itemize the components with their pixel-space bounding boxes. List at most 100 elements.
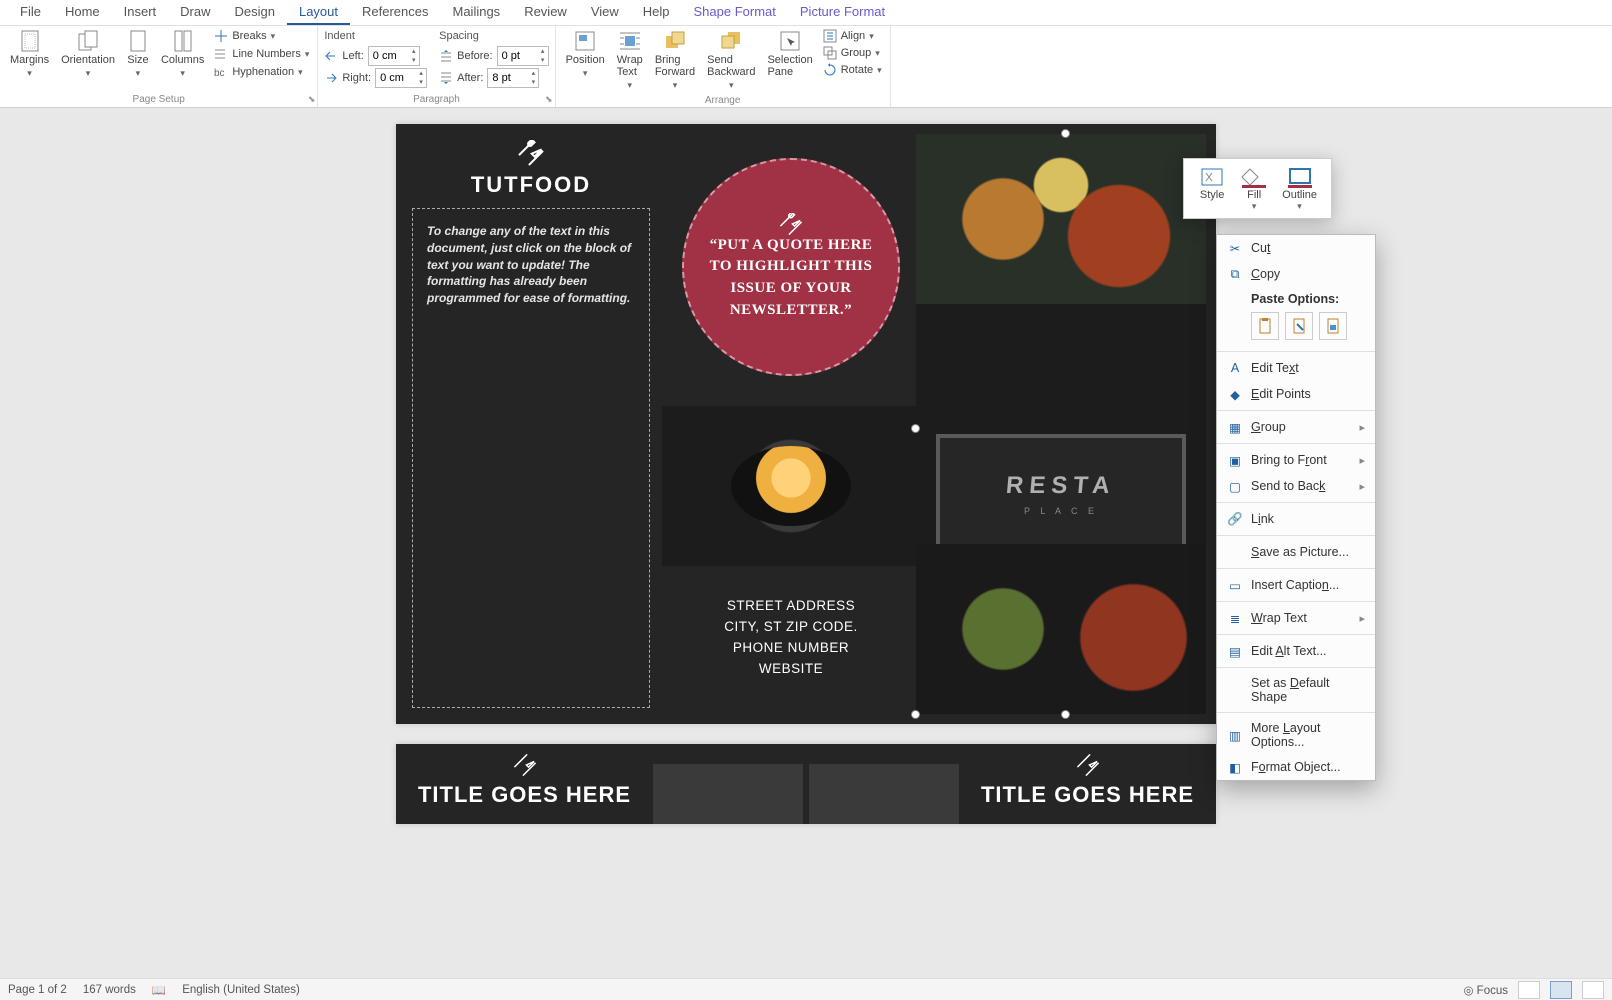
brand-title[interactable]: TUTFOOD bbox=[412, 172, 650, 198]
line-numbers-button[interactable]: Line Numbers▾ bbox=[212, 46, 311, 62]
page-1[interactable]: TUTFOOD To change any of the text in thi… bbox=[396, 124, 1216, 724]
status-page[interactable]: Page 1 of 2 bbox=[8, 984, 67, 996]
ctx-set-default-shape[interactable]: Set as Default Shape bbox=[1217, 671, 1375, 709]
breaks-button[interactable]: Breaks▾ bbox=[212, 28, 311, 44]
paste-picture[interactable] bbox=[1319, 312, 1347, 340]
mini-outline-button[interactable]: Outline▾ bbox=[1278, 165, 1321, 214]
page-setup-dialog-launcher[interactable]: ⬊ bbox=[308, 94, 316, 105]
page2-title-right[interactable]: TITLE GOES HERE bbox=[969, 782, 1206, 808]
ctx-format-object[interactable]: ◧Format Object... bbox=[1217, 754, 1375, 780]
paragraph-dialog-launcher[interactable]: ⬊ bbox=[545, 94, 553, 105]
page2-image[interactable] bbox=[809, 764, 959, 824]
spellcheck-icon[interactable]: 📖 bbox=[152, 983, 166, 997]
selection-handle[interactable] bbox=[911, 710, 920, 719]
view-web-layout[interactable] bbox=[1582, 981, 1604, 999]
ctx-wrap-text[interactable]: ≣Wrap Text▸ bbox=[1217, 605, 1375, 631]
send-backward-button[interactable]: Send Backward▾ bbox=[703, 28, 759, 93]
size-button[interactable]: Size▾ bbox=[123, 28, 153, 81]
tab-home[interactable]: Home bbox=[53, 0, 112, 25]
group-label: Group bbox=[841, 47, 872, 59]
page2-image[interactable] bbox=[653, 764, 803, 824]
ctx-paste-options-label: Paste Options: bbox=[1217, 287, 1375, 308]
intro-textbox[interactable]: To change any of the text in this docume… bbox=[412, 208, 650, 708]
address-line[interactable]: STREET ADDRESS bbox=[662, 596, 920, 617]
tab-help[interactable]: Help bbox=[631, 0, 682, 25]
tab-references[interactable]: References bbox=[350, 0, 440, 25]
status-language[interactable]: English (United States) bbox=[182, 984, 300, 996]
bring-forward-label: Bring Forward bbox=[655, 54, 695, 78]
margins-button[interactable]: Margins▾ bbox=[6, 28, 53, 81]
ctx-edit-points[interactable]: ◆Edit Points bbox=[1217, 381, 1375, 407]
bring-front-icon: ▣ bbox=[1227, 452, 1243, 468]
address-block[interactable]: STREET ADDRESS CITY, ST ZIP CODE. PHONE … bbox=[662, 596, 920, 680]
copy-icon: ⧉ bbox=[1227, 266, 1243, 282]
focus-mode-button[interactable]: ◎ Focus bbox=[1463, 983, 1508, 997]
selection-handle[interactable] bbox=[1061, 710, 1070, 719]
spacing-after-icon bbox=[439, 71, 453, 85]
view-print-layout[interactable] bbox=[1550, 981, 1572, 999]
hyphenation-button[interactable]: bcHyphenation▾ bbox=[212, 64, 311, 80]
align-button[interactable]: Align▾ bbox=[821, 28, 884, 44]
tab-layout[interactable]: Layout bbox=[287, 0, 350, 25]
ctx-bring-to-front[interactable]: ▣Bring to Front▸ bbox=[1217, 447, 1375, 473]
svg-text:bc: bc bbox=[214, 68, 225, 79]
status-words[interactable]: 167 words bbox=[83, 984, 136, 996]
selection-handle[interactable] bbox=[1061, 129, 1070, 138]
ctx-link[interactable]: 🔗Link bbox=[1217, 506, 1375, 532]
spacing-before-input[interactable]: ▴▾ bbox=[497, 46, 549, 66]
view-read-mode[interactable] bbox=[1518, 981, 1540, 999]
mini-style-button[interactable]: Style bbox=[1194, 165, 1230, 214]
paste-merge[interactable] bbox=[1285, 312, 1313, 340]
tab-mailings[interactable]: Mailings bbox=[441, 0, 513, 25]
ctx-edit-alt-text[interactable]: ▤Edit Alt Text... bbox=[1217, 638, 1375, 664]
address-line[interactable]: CITY, ST ZIP CODE. bbox=[662, 617, 920, 638]
ctx-group[interactable]: ▦Group▸ bbox=[1217, 414, 1375, 440]
ctx-send-to-back[interactable]: ▢Send to Back▸ bbox=[1217, 473, 1375, 499]
tab-shape-format[interactable]: Shape Format bbox=[682, 0, 788, 25]
rotate-button[interactable]: Rotate▾ bbox=[821, 62, 884, 78]
intro-paragraph[interactable]: To change any of the text in this docume… bbox=[427, 223, 635, 307]
position-button[interactable]: Position▾ bbox=[562, 28, 609, 81]
ctx-edit-text[interactable]: AEdit Text bbox=[1217, 355, 1375, 381]
spacing-after-input[interactable]: ▴▾ bbox=[487, 68, 539, 88]
bring-forward-button[interactable]: Bring Forward▾ bbox=[651, 28, 699, 93]
ctx-save-as-picture[interactable]: Save as Picture... bbox=[1217, 539, 1375, 565]
cover-image-selected[interactable]: RESTA P L A C E bbox=[916, 134, 1206, 714]
layout-icon: ▥ bbox=[1227, 727, 1243, 743]
tab-insert[interactable]: Insert bbox=[112, 0, 169, 25]
tab-design[interactable]: Design bbox=[223, 0, 287, 25]
wrap-text-button[interactable]: Wrap Text▾ bbox=[613, 28, 647, 93]
quote-circle[interactable]: “PUT A QUOTE HERE TO HIGHLIGHT THIS ISSU… bbox=[682, 158, 900, 376]
selection-pane-button[interactable]: Selection Pane bbox=[763, 28, 816, 80]
ctx-insert-caption[interactable]: ▭Insert Caption... bbox=[1217, 572, 1375, 598]
status-bar: Page 1 of 2 167 words 📖 English (United … bbox=[0, 978, 1612, 1000]
tab-draw[interactable]: Draw bbox=[168, 0, 222, 25]
ctx-cut[interactable]: ✂Cut bbox=[1217, 235, 1375, 261]
edit-text-icon: A bbox=[1227, 360, 1243, 376]
quote-text[interactable]: “PUT A QUOTE HERE TO HIGHLIGHT THIS ISSU… bbox=[708, 235, 874, 322]
address-line[interactable]: WEBSITE bbox=[662, 659, 920, 680]
page-2[interactable]: TITLE GOES HERE TITLE GOES HERE bbox=[396, 744, 1216, 824]
page2-title-left[interactable]: TITLE GOES HERE bbox=[406, 782, 643, 808]
tab-picture-format[interactable]: Picture Format bbox=[788, 0, 897, 25]
indent-right-input[interactable]: ▴▾ bbox=[375, 68, 427, 88]
indent-left-input[interactable]: ▴▾ bbox=[368, 46, 420, 66]
paste-keep-source[interactable] bbox=[1251, 312, 1279, 340]
restaurant-title-box[interactable]: RESTA P L A C E bbox=[936, 434, 1186, 554]
line-numbers-icon bbox=[214, 47, 228, 61]
tab-review[interactable]: Review bbox=[512, 0, 579, 25]
mini-fill-button[interactable]: Fill▾ bbox=[1236, 165, 1272, 214]
align-icon bbox=[823, 29, 837, 43]
food-bowl-image[interactable] bbox=[662, 406, 920, 566]
columns-button[interactable]: Columns▾ bbox=[157, 28, 208, 81]
tab-view[interactable]: View bbox=[579, 0, 631, 25]
selection-handle[interactable] bbox=[911, 424, 920, 433]
fork-knife-icon bbox=[780, 213, 802, 235]
address-line[interactable]: PHONE NUMBER bbox=[662, 638, 920, 659]
ctx-more-layout[interactable]: ▥More Layout Options... bbox=[1217, 716, 1375, 754]
orientation-button[interactable]: Orientation▾ bbox=[57, 28, 119, 81]
group-button[interactable]: Group▾ bbox=[821, 45, 884, 61]
tab-file[interactable]: File bbox=[8, 0, 53, 25]
ctx-copy[interactable]: ⧉Copy bbox=[1217, 261, 1375, 287]
margins-label: Margins bbox=[10, 54, 49, 66]
